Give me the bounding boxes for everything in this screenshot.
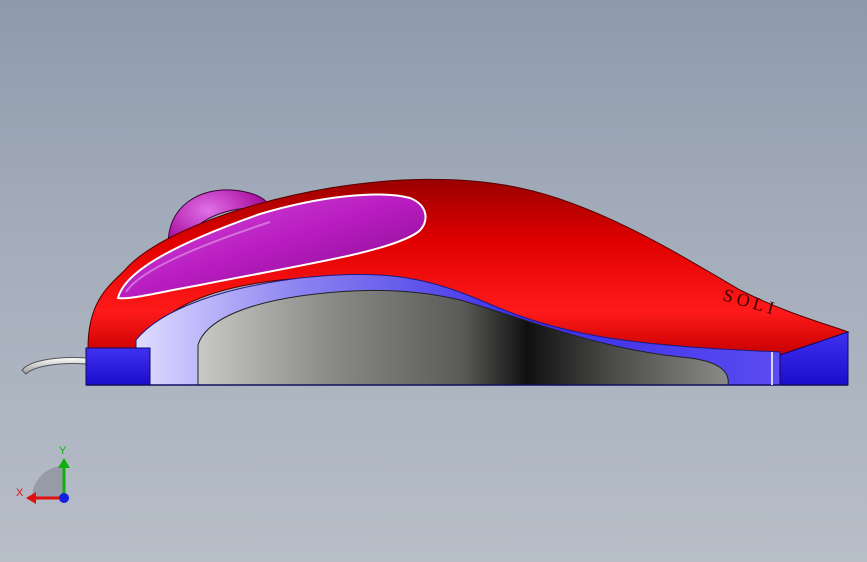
x-axis-arrow bbox=[26, 492, 36, 504]
x-axis-label: X bbox=[16, 487, 24, 499]
triad-plane bbox=[32, 466, 64, 498]
cable bbox=[21, 357, 87, 375]
mouse-model[interactable]: SOLI Y X bbox=[0, 0, 867, 562]
y-axis-arrow bbox=[58, 458, 70, 468]
graphics-viewport[interactable]: SOLI Y X bbox=[0, 0, 867, 562]
coordinate-triad: Y X bbox=[16, 445, 70, 504]
z-axis-dot bbox=[59, 493, 69, 503]
y-axis-label: Y bbox=[59, 445, 67, 457]
